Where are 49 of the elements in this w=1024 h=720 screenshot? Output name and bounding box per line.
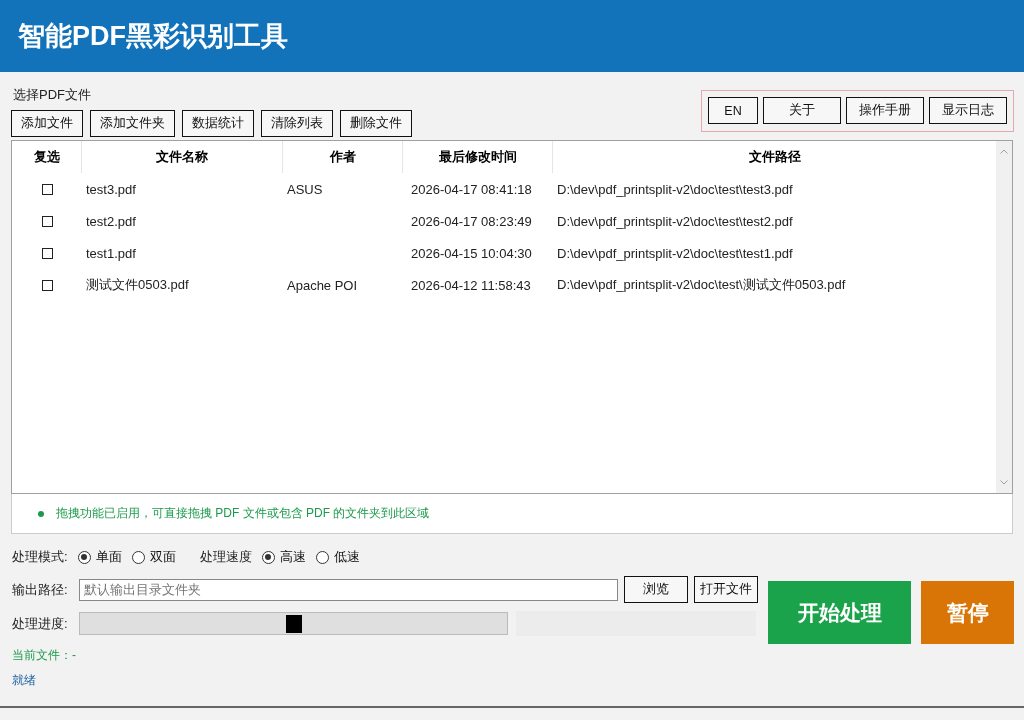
radio-button[interactable]: 低速 (315, 548, 360, 566)
status-text: 就绪 (12, 672, 37, 689)
output-path-field[interactable]: 默认输出目录文件夹 (79, 578, 618, 601)
top-button[interactable]: 操作手册 (846, 97, 924, 124)
section-label: 选择PDF文件 (12, 86, 92, 104)
table-cell-text: D:\dev\pdf_printsplit-v2\doc\test\test2.pdf (556, 213, 794, 229)
radio-button[interactable]: 高速 (261, 548, 306, 566)
output-button[interactable]: 打开文件 (694, 576, 758, 603)
table-cell-text: test1.pdf (85, 245, 137, 261)
radio-button[interactable]: 单面 (77, 548, 122, 566)
table-cell-text: 2026-04-17 08:41:18 (410, 181, 533, 197)
table-cell-text: 2026-04-12 11:58:43 (410, 277, 532, 293)
checkbox[interactable] (41, 279, 53, 291)
checkbox[interactable] (41, 247, 53, 259)
top-button[interactable]: 显示日志 (929, 97, 1007, 124)
progress-label: 处理进度: (12, 614, 69, 633)
radio-button[interactable]: 双面 (131, 548, 176, 566)
table-cell-text: 2026-04-15 10:04:30 (410, 245, 533, 261)
column-header[interactable]: 文件名称 (82, 141, 283, 173)
table-cell-text: D:\dev\pdf_printsplit-v2\doc\test\测试文件0503.pdf (556, 276, 847, 294)
top-button[interactable]: 关于 (763, 97, 841, 124)
table-cell-text: D:\dev\pdf_printsplit-v2\doc\test\test3.pdf (556, 181, 794, 197)
column-header[interactable]: 复选 (12, 141, 82, 173)
toolbar-button[interactable]: 删除文件 (340, 110, 412, 137)
toolbar-button[interactable]: 添加文件 (11, 110, 83, 137)
column-header[interactable]: 文件路径 (553, 141, 996, 173)
column-header[interactable]: 作者 (283, 141, 403, 173)
toolbar-button[interactable]: 添加文件夹 (90, 110, 175, 137)
table-cell-text: ASUS (286, 181, 324, 197)
column-header[interactable]: 最后修改时间 (403, 141, 553, 173)
table-cell-text: 测试文件0503.pdf (85, 276, 190, 294)
window-title: 智能PDF黑彩识别工具 (18, 20, 288, 53)
table-cell-text: Apache POI (286, 277, 359, 293)
table-cell-text: test2.pdf (85, 213, 137, 229)
toolbar-button[interactable]: 清除列表 (261, 110, 333, 137)
toolbar-button[interactable]: 数据统计 (182, 110, 254, 137)
checkbox[interactable] (41, 215, 53, 227)
current-file-text: 当前文件：- (12, 647, 77, 664)
mode-label: 处理模式: (12, 548, 68, 566)
output-button[interactable]: 浏览 (624, 576, 688, 603)
status-dot (38, 510, 44, 517)
table-cell-text: test3.pdf (85, 181, 137, 197)
drop-hint-text: 拖拽功能已启用，可直接拖拽 PDF 文件或包含 PDF 的文件夹到此区域 (56, 505, 430, 522)
top-button[interactable]: EN (708, 97, 758, 124)
speed-label: 处理速度 (199, 548, 252, 566)
table-cell-text: D:\dev\pdf_printsplit-v2\doc\test\test1.pdf (556, 245, 794, 261)
output-label: 输出路径: (12, 580, 69, 599)
checkbox[interactable] (41, 183, 53, 195)
table-cell-text: 2026-04-17 08:23:49 (410, 213, 533, 229)
